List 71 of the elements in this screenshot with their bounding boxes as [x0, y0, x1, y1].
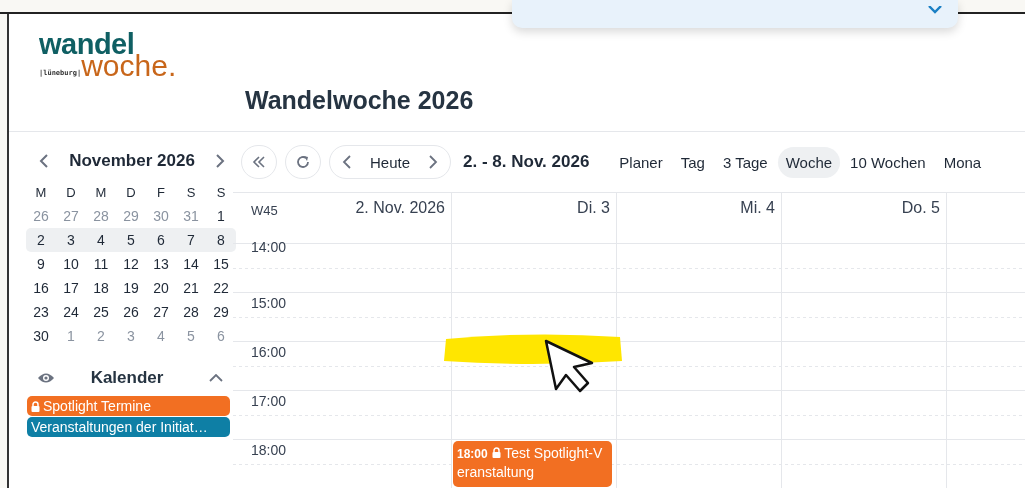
- calendar-day[interactable]: 29: [206, 304, 236, 320]
- hour-label: 14:00: [251, 239, 287, 255]
- calendar-day[interactable]: 27: [146, 304, 176, 320]
- calendar-day[interactable]: 28: [176, 304, 206, 320]
- back-icon-button[interactable]: [241, 145, 277, 179]
- calendar-day[interactable]: 9: [26, 256, 56, 272]
- calendar-day[interactable]: 2: [26, 232, 56, 248]
- calendar-day[interactable]: 19: [116, 280, 146, 296]
- week-number: W45: [251, 203, 278, 218]
- calendar-day[interactable]: 23: [26, 304, 56, 320]
- view-tab[interactable]: Tag: [672, 146, 713, 178]
- hour-label: 15:00: [251, 295, 287, 311]
- weekday-label: S: [185, 184, 197, 200]
- calendar-day[interactable]: 4: [86, 232, 116, 248]
- weekday-label: M: [34, 184, 48, 200]
- calendar-day[interactable]: 26: [116, 304, 146, 320]
- calendar-day[interactable]: 3: [56, 232, 86, 248]
- view-tab[interactable]: Mona: [935, 146, 990, 178]
- previous-icon[interactable]: [342, 155, 352, 169]
- calendar-day[interactable]: 22: [206, 280, 236, 296]
- calendar-day[interactable]: 8: [206, 232, 236, 248]
- calendar-day[interactable]: 20: [146, 280, 176, 296]
- calendar-day[interactable]: 13: [146, 256, 176, 272]
- view-tab[interactable]: 10 Wochen: [842, 146, 934, 178]
- next-icon[interactable]: [428, 155, 439, 169]
- weekday-label: D: [125, 184, 137, 200]
- calendar-day[interactable]: 15: [206, 256, 236, 272]
- month-title: November 2026: [69, 151, 195, 171]
- weekday-label: D: [65, 184, 77, 200]
- calendar-day[interactable]: 11: [86, 256, 116, 272]
- calendar-day[interactable]: 14: [176, 256, 206, 272]
- view-tab[interactable]: 3 Tage: [714, 146, 776, 178]
- day-header: Do. 5: [901, 199, 940, 216]
- calendar-day[interactable]: 10: [56, 256, 86, 272]
- previous-month-icon[interactable]: [39, 154, 49, 168]
- weekday-label: F: [156, 184, 166, 200]
- hour-label: 17:00: [251, 393, 287, 409]
- lock-icon: [31, 401, 40, 412]
- calendars-heading: Kalender: [90, 368, 164, 388]
- calendar-day[interactable]: 24: [56, 304, 86, 320]
- hour-label: 18:00: [251, 442, 287, 458]
- date-range: 2. - 8. Nov. 2026: [463, 152, 590, 172]
- calendar-day[interactable]: 16: [26, 280, 56, 296]
- weekday-label: S: [215, 184, 227, 200]
- eye-icon[interactable]: [37, 372, 55, 384]
- calendar-day[interactable]: 30: [26, 328, 56, 344]
- calendar-day[interactable]: 5: [116, 232, 146, 248]
- calendar-day[interactable]: 18: [86, 280, 116, 296]
- calendar-day[interactable]: 25: [86, 304, 116, 320]
- refresh-button[interactable]: [285, 145, 321, 179]
- day-header: 2. Nov. 2026: [355, 199, 445, 216]
- calendar-tag[interactable]: Veranstaltungen der Initiat…: [27, 417, 230, 437]
- view-tab[interactable]: Woche: [777, 146, 841, 178]
- weekday-label: M: [94, 184, 108, 200]
- lock-icon: [491, 447, 501, 458]
- hour-label: 16:00: [251, 344, 287, 360]
- calendar-day[interactable]: 12: [116, 256, 146, 272]
- collapse-icon[interactable]: [209, 374, 223, 382]
- next-month-icon[interactable]: [215, 154, 225, 168]
- refresh-icon: [296, 155, 310, 169]
- cursor-icon: [544, 339, 596, 395]
- calendar-day[interactable]: 7: [176, 232, 206, 248]
- double-chevron-icon: [252, 156, 266, 168]
- calendar-day[interactable]: 1: [206, 208, 236, 224]
- view-tab[interactable]: Planer: [611, 146, 671, 178]
- day-header: Di. 3: [577, 199, 610, 216]
- calendar-day[interactable]: 6: [146, 232, 176, 248]
- page-title: Wandelwoche 2026: [245, 86, 474, 115]
- day-header: Mi. 4: [740, 199, 775, 216]
- calendar-day[interactable]: 17: [56, 280, 86, 296]
- calendar-day[interactable]: 21: [176, 280, 206, 296]
